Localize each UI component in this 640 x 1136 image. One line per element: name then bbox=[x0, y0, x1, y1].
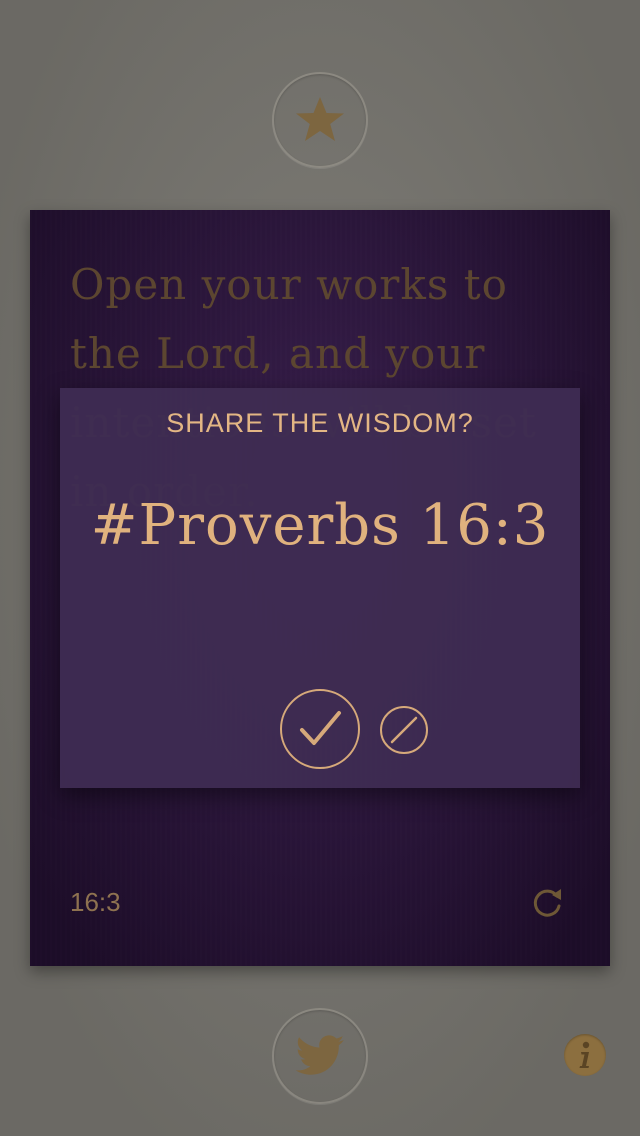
favorite-button[interactable] bbox=[272, 72, 368, 168]
refresh-icon[interactable] bbox=[530, 886, 564, 920]
info-button[interactable] bbox=[564, 1034, 606, 1076]
info-icon bbox=[579, 1041, 590, 1068]
cancel-icon bbox=[390, 716, 418, 744]
twitter-icon bbox=[295, 1035, 344, 1075]
confirm-share-button[interactable] bbox=[280, 689, 360, 769]
share-dialog: SHARE THE WISDOM? #Proverbs 16:3 bbox=[60, 388, 580, 788]
dialog-hashtag: #Proverbs 16:3 bbox=[90, 493, 550, 558]
star-icon bbox=[296, 97, 344, 141]
twitter-share-button[interactable] bbox=[272, 1008, 368, 1104]
dialog-title: SHARE THE WISDOM? bbox=[166, 408, 474, 438]
verse-reference: 16:3 bbox=[70, 887, 121, 917]
cancel-share-button[interactable] bbox=[380, 706, 428, 754]
checkmark-icon bbox=[300, 711, 341, 745]
